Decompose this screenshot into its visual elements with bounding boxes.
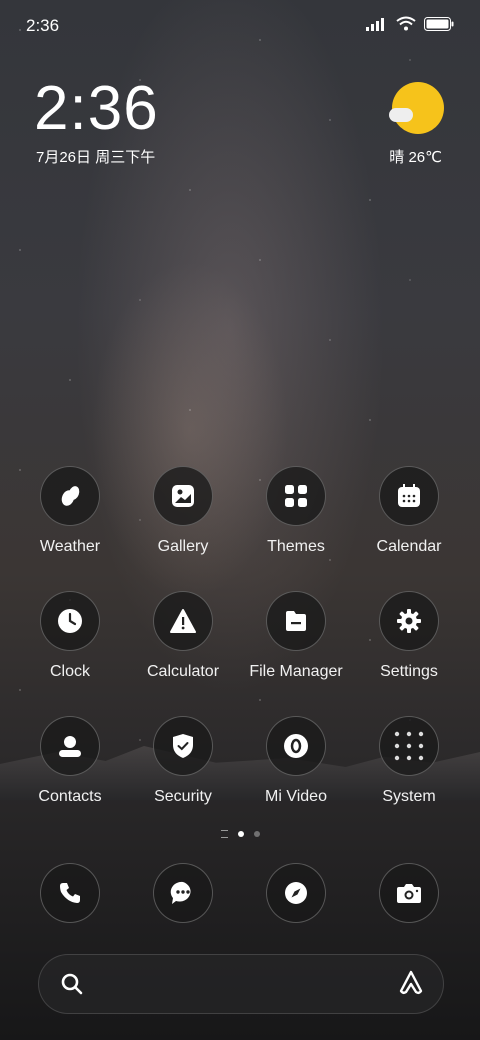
app-label: Contacts [38,788,102,805]
video-icon [266,716,326,776]
app-label: Mi Video [265,788,327,805]
battery-icon [424,16,454,31]
search-bar[interactable] [38,954,444,1014]
page-dot-active [237,831,244,837]
app-label: File Manager [249,663,343,680]
app-settings[interactable]: Settings [353,591,465,681]
page-indicator-menu [220,830,228,838]
app-calculator[interactable]: Calculator [127,591,239,681]
app-calendar[interactable]: Calendar [353,466,465,556]
sunny-cloud-icon[interactable] [389,82,444,134]
app-themes[interactable]: Themes [240,466,352,556]
calculator-warning-icon [153,591,213,651]
app-label: Weather [39,538,101,555]
app-label: Calendar [376,538,442,555]
app-file-manager[interactable]: File Manager [240,591,352,681]
contacts-icon [40,716,100,776]
clock-icon [40,591,100,651]
app-label: Gallery [157,538,209,555]
app-contacts[interactable]: Contacts [14,716,126,806]
dock-messages[interactable] [127,863,239,923]
app-label: Security [154,788,212,805]
app-label: Calculator [146,663,220,680]
app-weather[interactable]: Weather [14,466,126,556]
weather-widget-text: 晴 26℃ [389,149,442,166]
dock-phone[interactable] [14,863,126,923]
gallery-icon [153,466,213,526]
app-system-folder[interactable]: System [353,716,465,806]
assistant-icon[interactable] [397,969,425,997]
messages-icon [153,863,213,923]
status-time: 2:36 [26,16,60,35]
clock-widget-date: 7月26日 周三下午 [36,149,156,166]
search-icon[interactable] [61,973,83,995]
app-clock[interactable]: Clock [14,591,126,681]
folder-icon [266,591,326,651]
page-dot [253,831,260,837]
app-gallery[interactable]: Gallery [127,466,239,556]
weather-drops-icon [40,466,100,526]
signal-icon [366,17,384,31]
app-label: System [382,788,436,805]
clock-widget-time[interactable]: 2:36 [34,78,159,140]
gear-icon [379,591,439,651]
phone-icon [40,863,100,923]
camera-icon [379,863,439,923]
dock-camera[interactable] [353,863,465,923]
app-label: Clock [49,663,90,680]
app-label: Settings [380,663,438,680]
calendar-icon [379,466,439,526]
app-mi-video[interactable]: Mi Video [240,716,352,806]
themes-grid-icon [266,466,326,526]
wifi-icon [396,16,416,31]
browser-compass-icon [266,863,326,923]
folder-grid-icon [379,716,439,776]
page-indicator[interactable] [0,830,480,838]
status-bar: 2:36 [0,0,480,50]
dock-browser[interactable] [240,863,352,923]
app-label: Themes [267,538,325,555]
shield-check-icon [153,716,213,776]
app-security[interactable]: Security [127,716,239,806]
